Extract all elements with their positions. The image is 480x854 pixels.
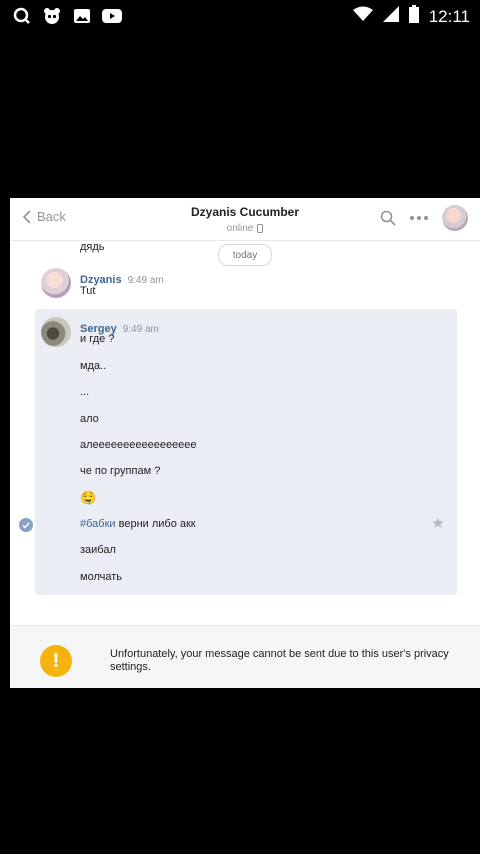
message-time: 9:49 am — [127, 275, 164, 286]
message-time: 9:49 am — [122, 324, 159, 335]
more-options-icon[interactable] — [410, 216, 428, 220]
clock: 12:11 — [428, 6, 470, 26]
presence-status: online — [160, 223, 330, 234]
back-label: Back — [37, 209, 66, 224]
chevron-left-icon — [22, 209, 31, 224]
chat-screen: Back Dzyanis Cucumber online дядь today … — [10, 198, 480, 688]
star-icon[interactable] — [432, 517, 444, 529]
search-icon[interactable] — [380, 210, 396, 226]
chat-title-block[interactable]: Dzyanis Cucumber online — [160, 205, 330, 234]
battery-icon — [408, 5, 419, 28]
mobile-icon — [257, 224, 264, 233]
hashtag-link[interactable]: #бабки — [80, 518, 116, 530]
date-separator: today — [218, 244, 272, 266]
chat-title: Dzyanis Cucumber — [190, 205, 300, 219]
message-text: мда.. — [80, 360, 107, 372]
chat-header: Back Dzyanis Cucumber online — [10, 198, 480, 241]
selected-check-icon[interactable] — [19, 518, 33, 532]
message-text: ало — [80, 413, 99, 425]
message-text: че по группам ? — [80, 465, 161, 477]
avatar[interactable] — [41, 268, 71, 298]
privacy-notice-text: Unfortunately, your message cannot be se… — [110, 648, 449, 673]
status-bar: 12:11 — [0, 0, 480, 32]
youtube-icon — [102, 6, 122, 26]
message-text: ... — [80, 386, 90, 398]
message-text: #бабки верни либо акк — [80, 518, 196, 530]
signal-icon — [382, 6, 399, 27]
q-app-icon — [12, 6, 32, 26]
message-text: алеееееееееееееееее — [80, 439, 197, 451]
message-text: и где ? — [80, 333, 115, 345]
message-text: заибал — [80, 544, 116, 556]
message-text-partial: дядь — [80, 241, 105, 253]
emoji: 🤤 — [80, 490, 97, 505]
back-button[interactable]: Back — [22, 209, 66, 224]
presence-text: online — [226, 223, 254, 234]
panda-icon — [42, 6, 62, 26]
privacy-notice: ! Unfortunately, your message cannot be … — [10, 625, 480, 688]
image-icon — [72, 6, 92, 26]
peer-avatar[interactable] — [442, 205, 468, 231]
message-text: Tut — [80, 285, 96, 297]
warning-icon: ! — [40, 645, 72, 677]
message-text-rest: верни либо акк — [118, 518, 196, 530]
message-text: молчать — [80, 571, 122, 583]
avatar[interactable] — [41, 317, 71, 347]
wifi-icon — [352, 6, 373, 27]
